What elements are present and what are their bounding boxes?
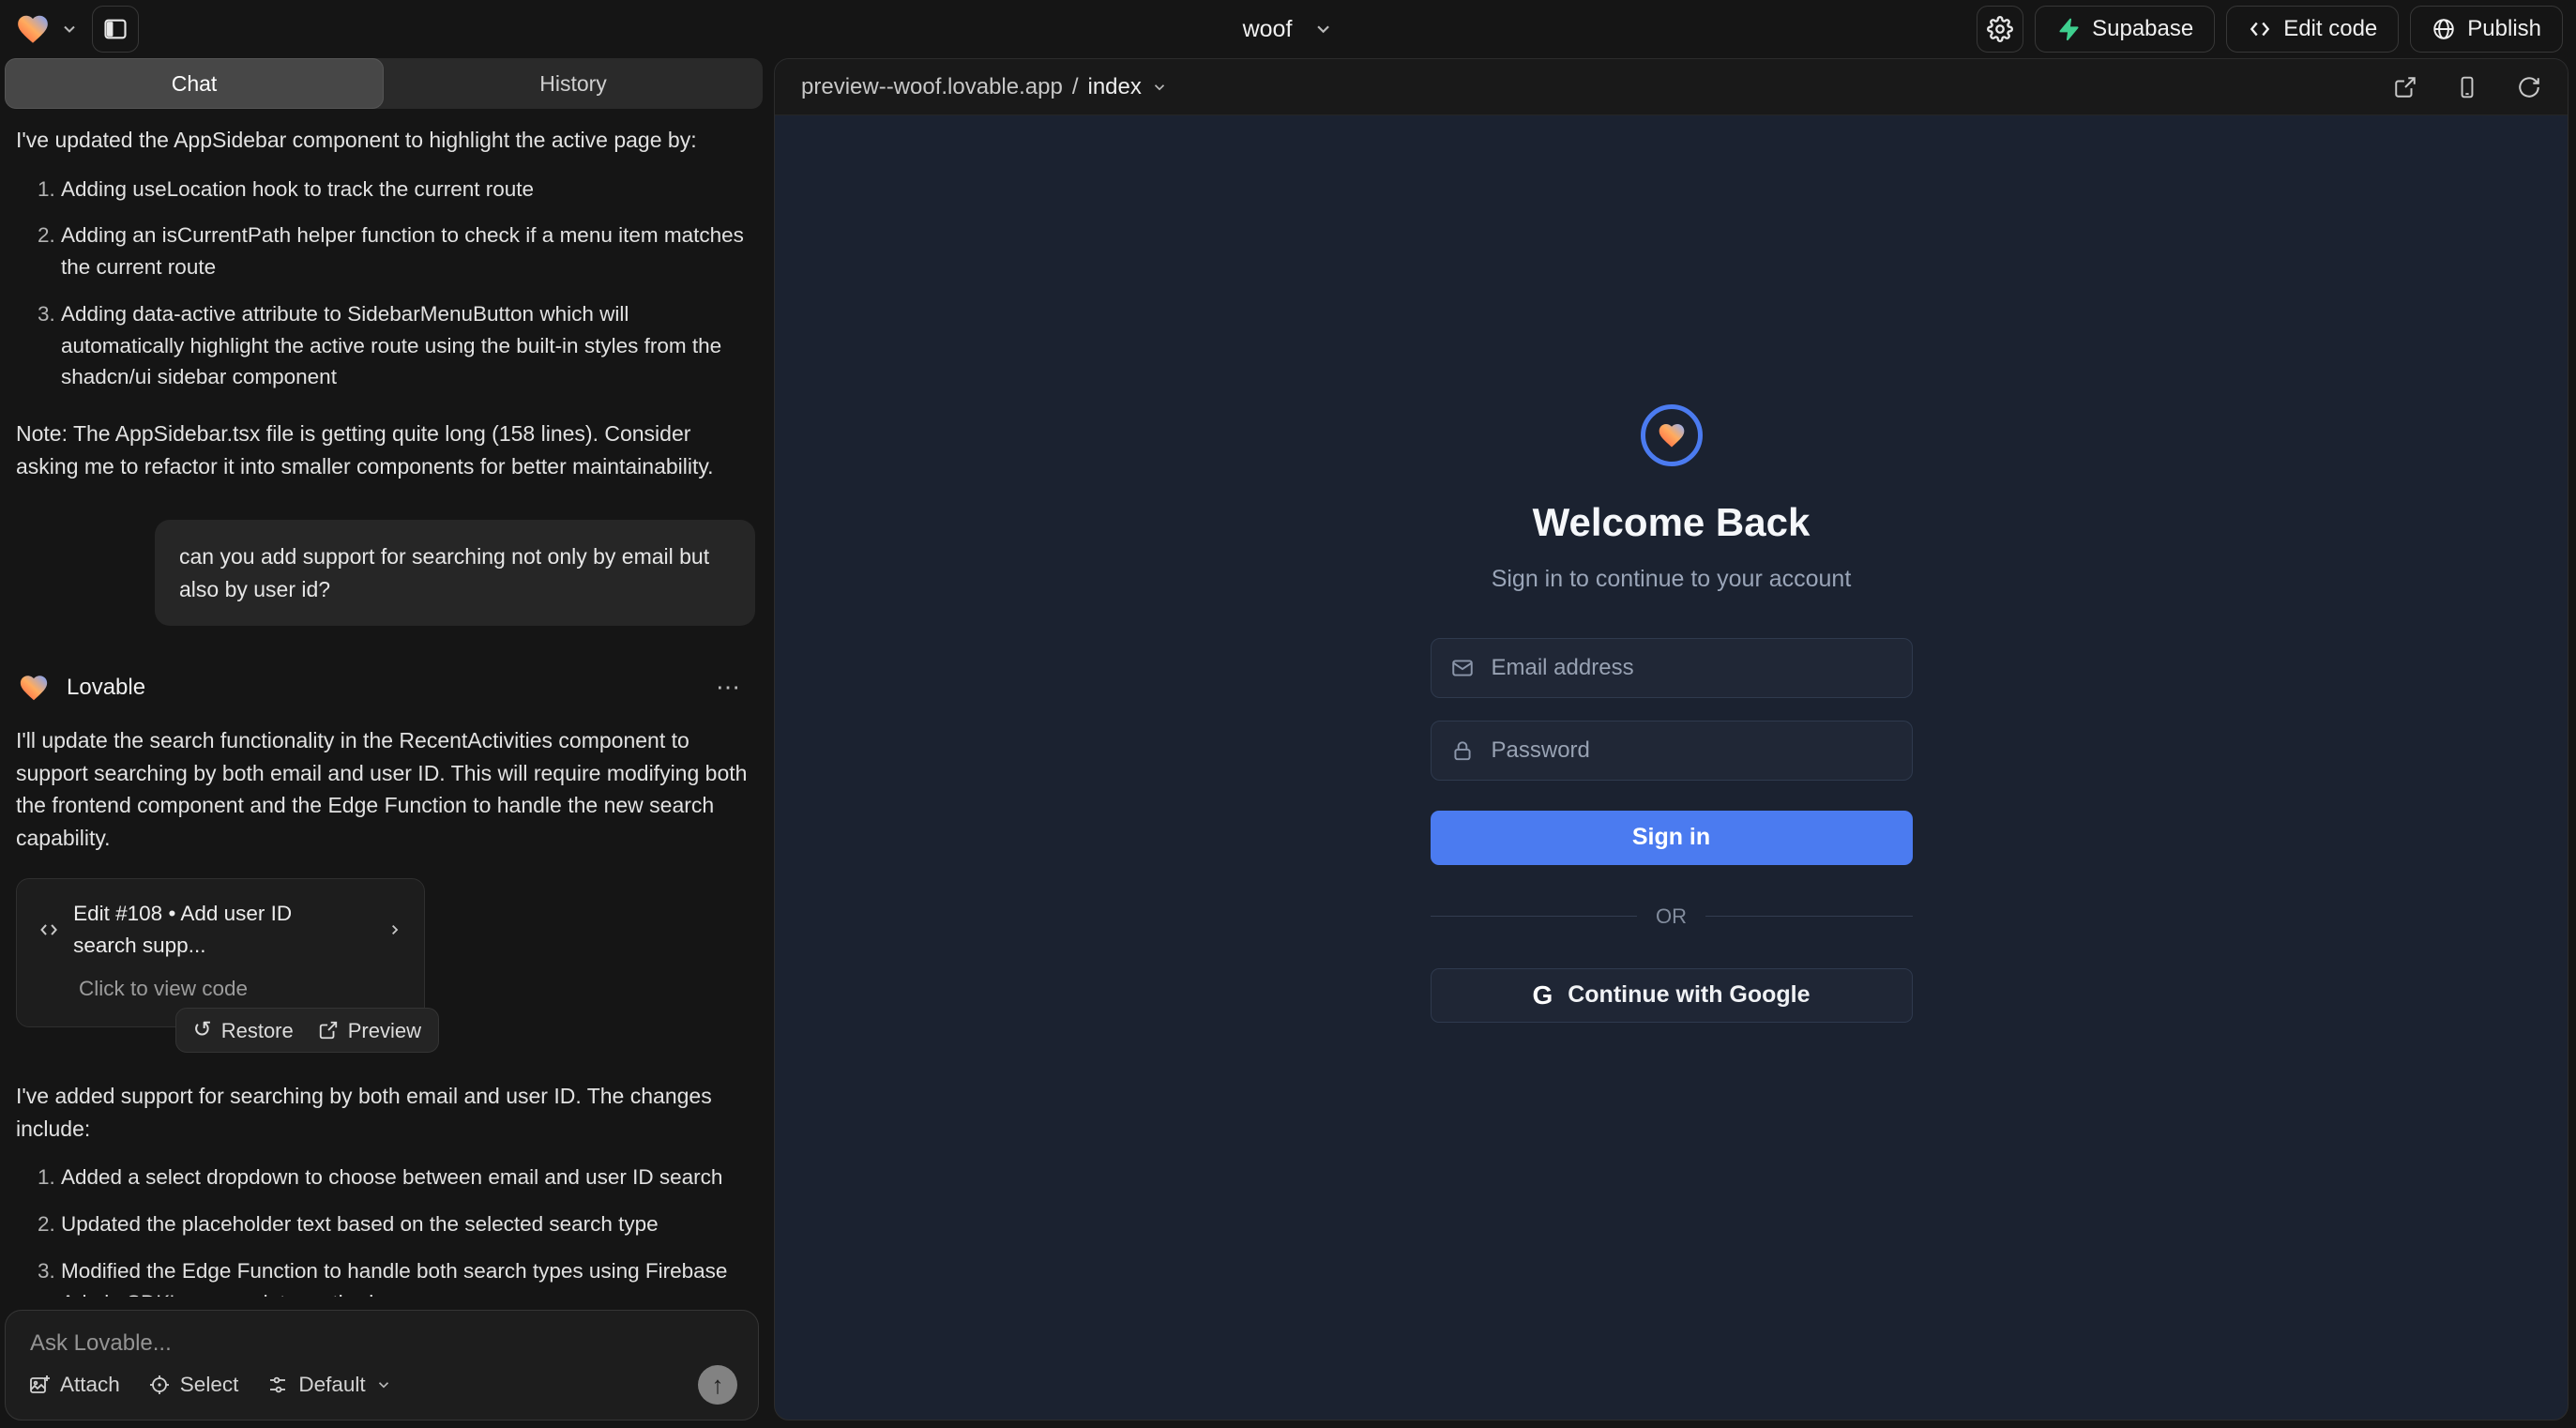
assistant-change-list: Adding useLocation hook to track the cur… xyxy=(16,174,755,394)
panel-left-icon xyxy=(102,16,129,42)
select-label: Select xyxy=(180,1373,239,1397)
or-label: OR xyxy=(1656,904,1687,929)
globe-icon xyxy=(2432,17,2456,41)
signin-subtitle: Sign in to continue to your account xyxy=(1492,566,1852,593)
edit-code-button[interactable]: Edit code xyxy=(2226,6,2399,53)
topbar: woof Supabase Edit code xyxy=(0,0,2576,58)
code-icon xyxy=(38,918,60,942)
chevron-down-icon xyxy=(1312,19,1333,39)
send-arrow-icon: ↑ xyxy=(712,1371,724,1400)
user-message-bubble: can you add support for searching not on… xyxy=(155,520,755,626)
google-signin-button[interactable]: G Continue with Google xyxy=(1431,968,1913,1023)
lock-icon xyxy=(1450,738,1475,763)
assistant-message-intro-2: I'll update the search functionality in … xyxy=(16,724,755,854)
email-field[interactable] xyxy=(1431,638,1913,698)
chat-history-tabs: Chat History xyxy=(5,58,763,109)
supabase-label: Supabase xyxy=(2092,16,2193,42)
chevron-down-icon xyxy=(375,1376,392,1393)
preview-button[interactable]: Preview xyxy=(318,1015,421,1046)
signin-button[interactable]: Sign in xyxy=(1431,811,1913,865)
chevron-right-icon xyxy=(386,919,403,940)
email-input[interactable] xyxy=(1490,654,1893,682)
chat-panel: Chat History I've updated the AppSidebar… xyxy=(5,58,763,1420)
send-button[interactable]: ↑ xyxy=(698,1365,737,1405)
lovable-heart-icon xyxy=(13,11,53,47)
toggle-sidebar-button[interactable] xyxy=(92,6,139,53)
chat-message-list[interactable]: I've updated the AppSidebar component to… xyxy=(5,109,763,1297)
publish-button[interactable]: Publish xyxy=(2410,6,2563,53)
lovable-logo-menu[interactable] xyxy=(13,11,79,47)
mode-dropdown[interactable]: Default xyxy=(266,1373,391,1397)
heart-icon xyxy=(1655,420,1689,450)
project-name: woof xyxy=(1243,16,1293,43)
code-icon xyxy=(2248,17,2272,41)
mode-label: Default xyxy=(298,1373,365,1397)
preview-header: preview--woof.lovable.app / index xyxy=(775,59,2568,115)
mail-icon xyxy=(1450,656,1475,680)
edit-code-label: Edit code xyxy=(2283,16,2377,42)
lovable-avatar xyxy=(16,672,52,704)
preview-viewport: Welcome Back Sign in to continue to your… xyxy=(775,115,2568,1420)
list-item: Updated the placeholder text based on th… xyxy=(61,1208,755,1240)
preview-domain: preview--woof.lovable.app xyxy=(801,74,1063,100)
list-item: Adding useLocation hook to track the cur… xyxy=(61,174,755,205)
google-label: Continue with Google xyxy=(1568,981,1810,1009)
list-item: Adding an isCurrentPath helper function … xyxy=(61,220,755,283)
target-icon xyxy=(148,1374,171,1396)
assistant-message-intro: I've updated the AppSidebar component to… xyxy=(16,124,755,157)
assistant-change-list-2: Added a select dropdown to choose betwee… xyxy=(16,1162,755,1297)
preview-url-bar[interactable]: preview--woof.lovable.app / index xyxy=(801,74,1168,100)
open-in-new-tab-icon[interactable] xyxy=(2393,75,2417,99)
assistant-header: Lovable ⋯ xyxy=(16,669,755,706)
chat-input[interactable] xyxy=(28,1329,737,1358)
signin-title: Welcome Back xyxy=(1533,500,1811,545)
edit-card-title: Edit #108 • Add user ID search supp... xyxy=(73,898,360,962)
tab-chat[interactable]: Chat xyxy=(5,58,384,109)
sliders-icon xyxy=(266,1374,289,1396)
tab-history[interactable]: History xyxy=(384,58,763,109)
settings-button[interactable] xyxy=(1977,6,2023,53)
message-menu-button[interactable]: ⋯ xyxy=(716,669,742,706)
select-button[interactable]: Select xyxy=(148,1373,239,1397)
gear-icon xyxy=(1987,16,2013,42)
external-link-icon xyxy=(318,1020,339,1041)
preview-panel: preview--woof.lovable.app / index xyxy=(774,58,2568,1420)
restore-icon: ↺ xyxy=(193,1013,212,1047)
project-switcher[interactable]: woof xyxy=(1243,0,1334,58)
composer: Attach Select Default xyxy=(5,1310,759,1420)
restore-label: Restore xyxy=(221,1015,294,1046)
attach-button[interactable]: Attach xyxy=(28,1373,120,1397)
list-item: Modified the Edge Function to handle bot… xyxy=(61,1255,755,1297)
password-field[interactable] xyxy=(1431,721,1913,781)
supabase-button[interactable]: Supabase xyxy=(2035,6,2215,53)
supabase-bolt-icon xyxy=(2056,17,2081,41)
lovable-app-window: woof Supabase Edit code xyxy=(0,0,2576,1428)
chevron-down-icon xyxy=(1151,79,1168,96)
password-input[interactable] xyxy=(1490,737,1893,765)
assistant-summary: I've added support for searching by both… xyxy=(16,1080,755,1145)
list-item: Added a select dropdown to choose betwee… xyxy=(61,1162,755,1193)
list-item: Adding data-active attribute to SidebarM… xyxy=(61,298,755,393)
preview-page: index xyxy=(1087,74,1141,100)
chevron-down-icon xyxy=(60,20,79,38)
or-divider: OR xyxy=(1431,904,1913,929)
app-logo xyxy=(1641,404,1703,466)
image-plus-icon xyxy=(28,1374,51,1396)
mobile-view-icon[interactable] xyxy=(2455,75,2479,99)
publish-label: Publish xyxy=(2467,16,2541,42)
restore-button[interactable]: ↺ Restore xyxy=(193,1013,294,1047)
assistant-note: Note: The AppSidebar.tsx file is getting… xyxy=(16,418,755,482)
version-action-bar: ↺ Restore Preview xyxy=(175,1008,439,1053)
attach-label: Attach xyxy=(60,1373,120,1397)
refresh-icon[interactable] xyxy=(2517,75,2541,99)
edit-version-card[interactable]: Edit #108 • Add user ID search supp... C… xyxy=(16,878,425,1027)
assistant-name: Lovable xyxy=(67,671,145,705)
path-separator: / xyxy=(1072,74,1079,100)
edit-card-subtitle: Click to view code xyxy=(79,973,403,1005)
preview-label: Preview xyxy=(348,1015,421,1046)
signin-card: Welcome Back Sign in to continue to your… xyxy=(1431,404,1913,1023)
google-g-icon: G xyxy=(1532,980,1553,1010)
